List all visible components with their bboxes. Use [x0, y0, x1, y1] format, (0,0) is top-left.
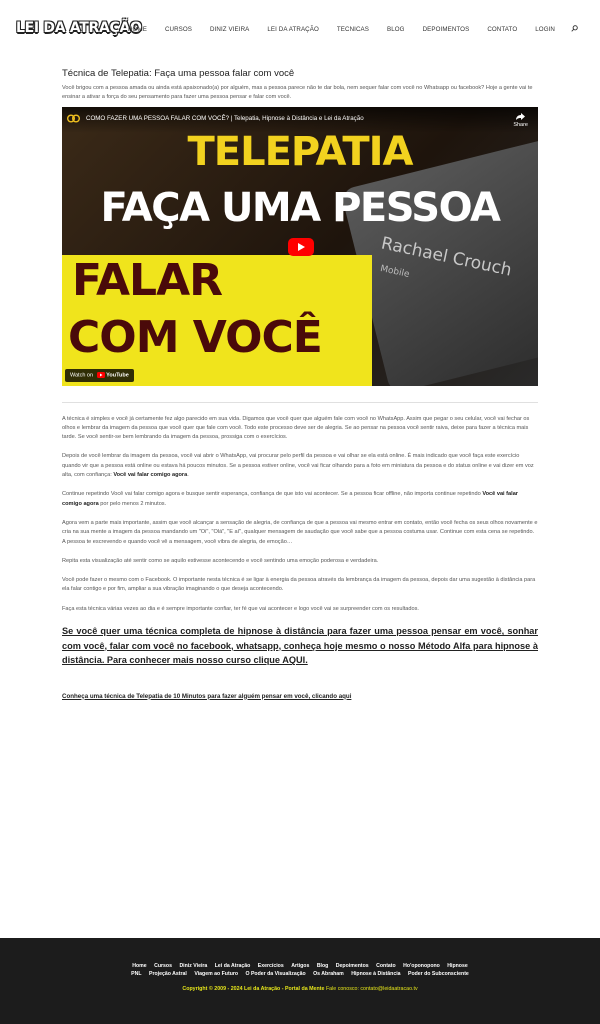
nav-depoimentos[interactable]: DEPOIMENTOS: [423, 26, 470, 33]
copyright-text: Copyright © 2009 - 2024 Lei da Atração -…: [182, 986, 325, 992]
thumb-line-2: FAÇA UMA PESSOA: [100, 184, 501, 231]
site-footer: Home Cursos Diniz Vieira Lei da Atração …: [0, 938, 600, 1024]
play-icon[interactable]: [288, 237, 314, 256]
share-icon: [516, 112, 526, 120]
paragraph-7: Faça esta técnica várias vezes ao dia e …: [62, 605, 419, 612]
footer-link-os-abraham[interactable]: Os Abraham: [313, 971, 344, 977]
footer-link-viagem-ao-futuro[interactable]: Viagem ao Futuro: [194, 971, 238, 977]
share-label: Share: [513, 121, 528, 128]
paragraph-5: Repita esta visualização até sentir como…: [62, 557, 379, 564]
footer-link-lei-da-atracao[interactable]: Lei da Atração: [215, 963, 251, 969]
divider: [62, 401, 538, 403]
paragraph-3: Continue repetindo Você vai falar comigo…: [62, 491, 518, 507]
nav-contato[interactable]: CONTATO: [487, 26, 517, 33]
paragraph-2: Depois de você lembrar da imagem da pess…: [62, 453, 534, 479]
footer-link-home[interactable]: Home: [132, 963, 146, 969]
paragraph-4: Agora vem a parte mais importante, assim…: [62, 519, 538, 545]
footer-link-hipnose[interactable]: Hipnose: [447, 963, 467, 969]
post-title: Técnica de Telepatia: Faça uma pessoa fa…: [62, 68, 295, 79]
nav-blog[interactable]: BLOG: [387, 26, 405, 33]
footer-link-pnl[interactable]: PNL: [131, 971, 141, 977]
video-title[interactable]: COMO FAZER UMA PESSOA FALAR COM VOCÊ? | …: [86, 115, 364, 122]
contact-email-link[interactable]: contato@leidaatracao.tv: [360, 986, 417, 992]
copyright: Copyright © 2009 - 2024 Lei da Atração -…: [0, 986, 600, 992]
footer-link-contato[interactable]: Contato: [376, 963, 396, 969]
post-content: Técnica de Telepatia: Faça uma pessoa fa…: [62, 68, 538, 700]
site-header: LEI DA ATRAÇÃO HOME CURSOS DINIZ VIEIRA …: [0, 0, 600, 60]
telepatia-10-min-link[interactable]: Conheça uma técnica de Telepatia de 10 M…: [62, 693, 538, 700]
footer-link-artigos[interactable]: Artigos: [291, 963, 309, 969]
youtube-logo-icon: [96, 372, 105, 379]
footer-link-poder-visualizacao[interactable]: O Poder da Visualização: [246, 971, 306, 977]
footer-link-diniz-vieira[interactable]: Diniz Vieira: [179, 963, 207, 969]
footer-link-hipnose-distancia[interactable]: Hipnose à Distância: [351, 971, 400, 977]
youtube-video-embed[interactable]: Rachael Crouch Mobile TELEPATIA FAÇA UMA…: [62, 106, 538, 386]
footer-link-projecao-astral[interactable]: Projeção Astral: [149, 971, 187, 977]
paragraph-1: A técnica é simples e você já certamente…: [62, 415, 530, 441]
nav-home[interactable]: HOME: [128, 26, 147, 33]
footer-link-depoimentos[interactable]: Depoimentos: [336, 963, 369, 969]
post-intro: Você brigou com a pessoa amada ou ainda …: [62, 85, 533, 101]
paragraph-6: Você pode fazer o mesmo com o Facebook. …: [62, 577, 536, 593]
contact-label: Fale conosco:: [325, 986, 359, 992]
watch-on-label: Watch on: [70, 372, 94, 379]
channel-icon[interactable]: [67, 114, 80, 123]
nav-cursos[interactable]: CURSOS: [165, 26, 192, 33]
nav-diniz-vieira[interactable]: DINIZ VIEIRA: [210, 26, 249, 33]
nav-tecnicas[interactable]: TECNICAS: [337, 26, 369, 33]
share-button[interactable]: Share: [513, 112, 528, 128]
footer-link-cursos[interactable]: Cursos: [154, 963, 172, 969]
course-cta-link[interactable]: Se você quer uma técnica completa de hip…: [62, 624, 538, 668]
emphasis: Você vai falar comigo agora: [113, 472, 188, 479]
nav-login[interactable]: LOGIN: [535, 26, 555, 33]
watch-on-youtube-button[interactable]: Watch on YouTube: [65, 369, 134, 382]
youtube-label: YouTube: [106, 372, 129, 379]
footer-link-blog[interactable]: Blog: [317, 963, 329, 969]
search-icon[interactable]: [571, 25, 578, 34]
thumb-line-3: FALAR: [72, 254, 223, 306]
footer-link-poder-subconsciente[interactable]: Poder do Subconsciente: [408, 971, 469, 977]
footer-nav: Home Cursos Diniz Vieira Lei da Atração …: [0, 962, 600, 978]
nav-lei-da-atracao[interactable]: LEI DA ATRAÇÃO: [267, 26, 319, 33]
thumb-line-4: COM VOCÊ: [68, 311, 323, 363]
footer-link-hooponopono[interactable]: Ho'oponopono: [403, 963, 440, 969]
footer-link-exercicios[interactable]: Exercícios: [258, 963, 284, 969]
main-nav: HOME CURSOS DINIZ VIEIRA LEI DA ATRAÇÃO …: [110, 25, 578, 34]
thumb-line-1: TELEPATIA: [187, 128, 413, 175]
